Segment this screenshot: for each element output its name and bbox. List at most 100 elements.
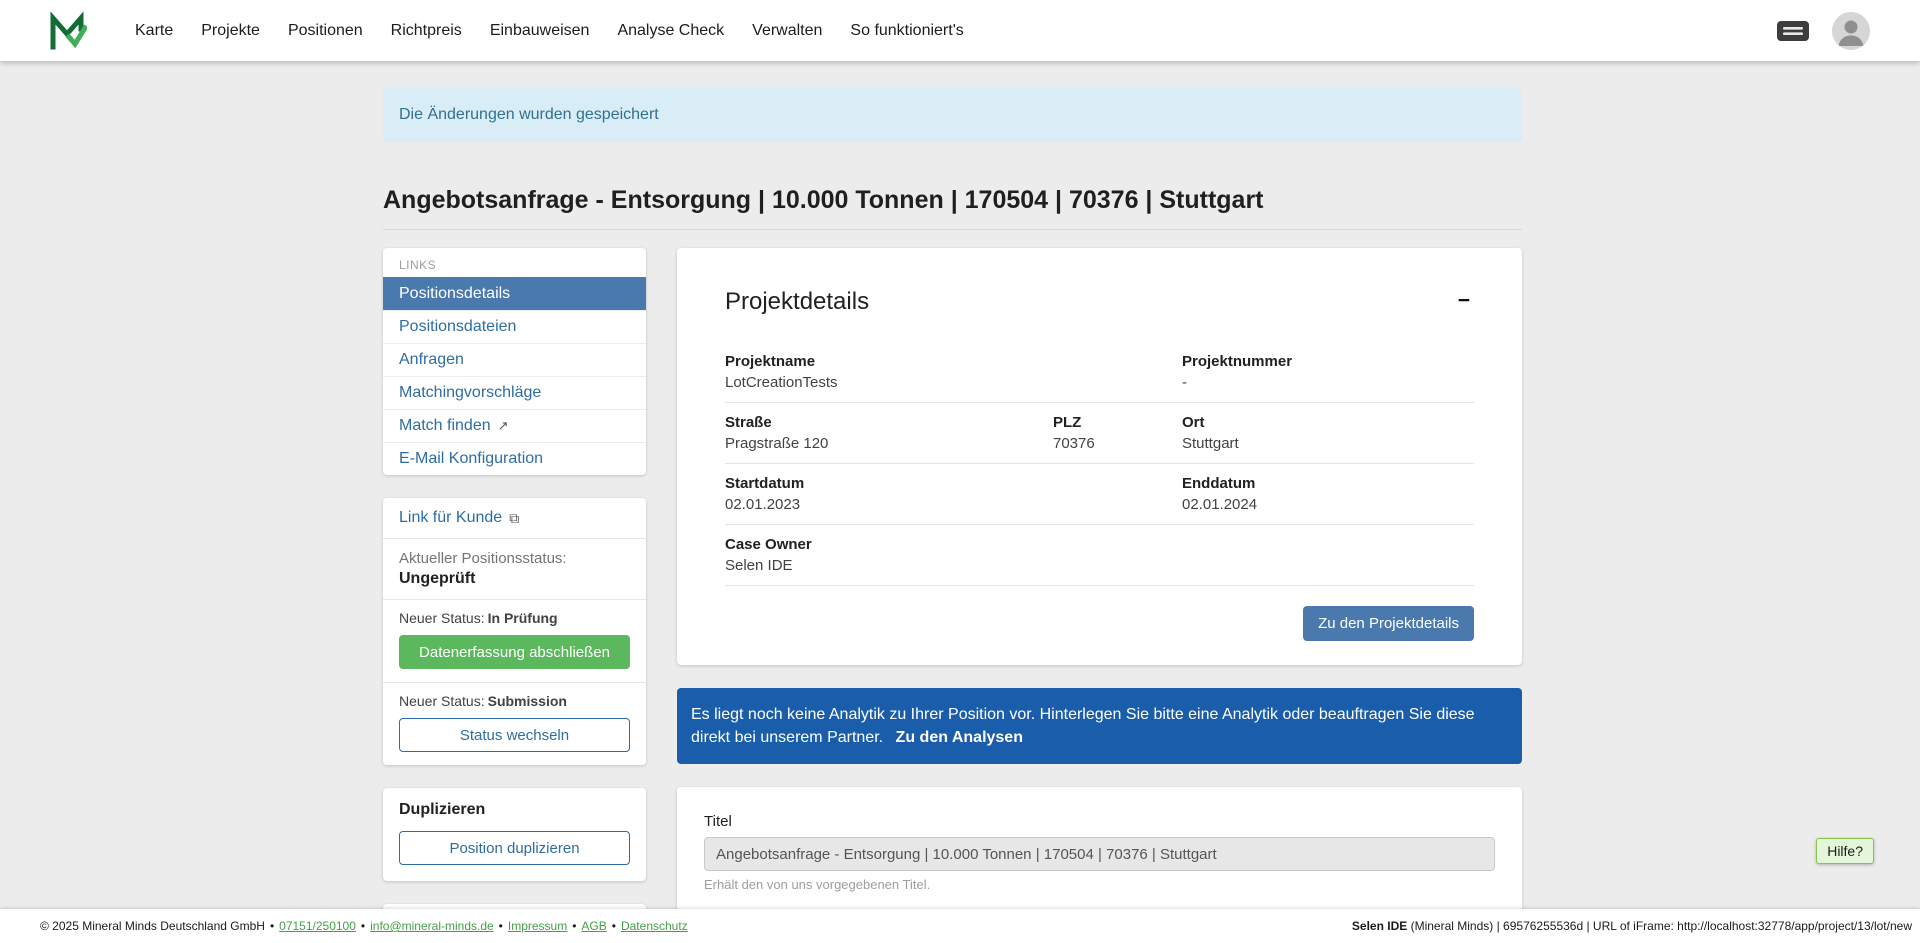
saved-alert: Die Änderungen wurden gespeichert	[383, 88, 1522, 142]
user-avatar[interactable]	[1832, 12, 1870, 50]
footer-separator: •	[499, 919, 503, 933]
project-row: Projektname LotCreationTests Projektnumm…	[725, 342, 1474, 403]
field-label: Projektnummer	[1182, 353, 1474, 370]
footer-email-link[interactable]: info@mineral-minds.de	[370, 919, 494, 933]
footer-session-details: (Mineral Minds) | 69576255536d | URL of …	[1407, 919, 1912, 933]
footer-user-name: Selen IDE	[1352, 919, 1407, 933]
footer: © 2025 Mineral Minds Deutschland GmbH • …	[0, 909, 1920, 943]
footer-separator: •	[612, 919, 616, 933]
project-row: Straße Pragstraße 120 PLZ 70376 Ort Stut…	[725, 403, 1474, 464]
links-card: LINKS Positionsdetails Positionsdateien …	[383, 248, 646, 475]
new-status-label: Neuer Status:	[399, 610, 485, 626]
to-analyses-link[interactable]: Zu den Analysen	[896, 729, 1023, 746]
titel-input	[704, 837, 1495, 871]
field-label: Startdatum	[725, 475, 1182, 492]
field-value: Pragstraße 120	[725, 435, 1053, 452]
analytics-banner: Es liegt noch keine Analytik zu Ihrer Po…	[677, 688, 1522, 764]
customer-link[interactable]: Link für Kunde ⧉	[399, 509, 519, 527]
top-navbar: Karte Projekte Positionen Richtpreis Ein…	[0, 0, 1920, 61]
title-divider	[383, 229, 1522, 230]
copy-icon: ⧉	[509, 510, 519, 527]
page-container: Die Änderungen wurden gespeichert Angebo…	[383, 88, 1522, 943]
footer-session-info: Selen IDE (Mineral Minds) | 69576255536d…	[1352, 919, 1912, 933]
sidebar-item-positionsdateien[interactable]: Positionsdateien	[383, 310, 646, 343]
new-status-line-1: Neuer Status:In Prüfung	[383, 600, 646, 626]
nav-item-verwalten[interactable]: Verwalten	[752, 22, 822, 40]
field-label: PLZ	[1053, 414, 1182, 431]
field-value: Stuttgart	[1182, 435, 1474, 452]
field-value: 70376	[1053, 435, 1182, 452]
field-label: Projektname	[725, 353, 1182, 370]
footer-agb-link[interactable]: AGB	[581, 919, 606, 933]
switch-status-button[interactable]: Status wechseln	[399, 718, 630, 752]
field-value: 02.01.2024	[1182, 496, 1474, 513]
footer-datenschutz-link[interactable]: Datenschutz	[621, 919, 688, 933]
sidebar-item-match-finden[interactable]: Match finden ↗	[383, 409, 646, 442]
navbar-right	[1776, 12, 1870, 50]
current-status-value: Ungeprüft	[399, 570, 630, 588]
sidebar-item-label: Match finden	[399, 417, 491, 435]
sidebar-item-label: Positionsdateien	[399, 318, 516, 336]
nav-links: Karte Projekte Positionen Richtpreis Ein…	[135, 22, 1776, 40]
sidebar-item-anfragen[interactable]: Anfragen	[383, 343, 646, 376]
saved-alert-text: Die Änderungen wurden gespeichert	[399, 106, 659, 123]
current-status-label: Aktueller Positionsstatus:	[399, 550, 630, 567]
field-label: Straße	[725, 414, 1053, 431]
nav-item-karte[interactable]: Karte	[135, 22, 173, 40]
field-value: Selen IDE	[725, 557, 1182, 574]
new-status-label: Neuer Status:	[399, 693, 485, 709]
duplicate-position-button[interactable]: Position duplizieren	[399, 831, 630, 865]
nav-item-so-funktionierts[interactable]: So funktioniert's	[850, 22, 963, 40]
sidebar-item-label: Positionsdetails	[399, 285, 510, 303]
field-label: Enddatum	[1182, 475, 1474, 492]
footer-separator: •	[270, 919, 274, 933]
duplicate-card: Duplizieren Position duplizieren	[383, 788, 646, 881]
complete-data-entry-button[interactable]: Datenerfassung abschließen	[399, 635, 630, 669]
new-status-value: Submission	[488, 693, 567, 709]
project-fields-grid: Projektname LotCreationTests Projektnumm…	[725, 342, 1474, 586]
nav-item-einbauweisen[interactable]: Einbauweisen	[490, 22, 590, 40]
main-column: Projektdetails − Projektname LotCreation…	[677, 248, 1522, 943]
customer-link-label: Link für Kunde	[399, 509, 502, 527]
field-value: LotCreationTests	[725, 374, 1182, 391]
footer-separator: •	[572, 919, 576, 933]
field-value: -	[1182, 374, 1474, 391]
sidebar-item-email-konfiguration[interactable]: E-Mail Konfiguration	[383, 442, 646, 475]
field-value: 02.01.2023	[725, 496, 1182, 513]
field-label: Case Owner	[725, 536, 1182, 553]
page-title: Angebotsanfrage - Entsorgung | 10.000 To…	[383, 186, 1522, 215]
nav-item-projekte[interactable]: Projekte	[201, 22, 260, 40]
footer-left: © 2025 Mineral Minds Deutschland GmbH • …	[40, 919, 688, 933]
collapse-icon[interactable]: −	[1454, 288, 1474, 313]
new-status-line-2: Neuer Status:Submission	[383, 683, 646, 709]
nav-item-richtpreis[interactable]: Richtpreis	[391, 22, 462, 40]
new-status-value: In Prüfung	[488, 610, 558, 626]
to-project-details-button[interactable]: Zu den Projektdetails	[1303, 606, 1474, 641]
sidebar-item-matchingvorschlaege[interactable]: Matchingvorschläge	[383, 376, 646, 409]
footer-separator: •	[361, 919, 365, 933]
content-columns: LINKS Positionsdetails Positionsdateien …	[383, 248, 1522, 943]
footer-impressum-link[interactable]: Impressum	[508, 919, 567, 933]
sidebar-item-label: Matchingvorschläge	[399, 384, 541, 402]
sidebar: LINKS Positionsdetails Positionsdateien …	[383, 248, 646, 943]
nav-item-positionen[interactable]: Positionen	[288, 22, 363, 40]
status-card: Link für Kunde ⧉ Aktueller Positionsstat…	[383, 498, 646, 765]
titel-help-text: Erhält den von uns vorgegebenen Titel.	[704, 877, 1495, 892]
project-details-title: Projektdetails	[725, 288, 869, 316]
duplicate-title: Duplizieren	[399, 801, 630, 819]
project-details-card: Projektdetails − Projektname LotCreation…	[677, 248, 1522, 665]
project-row: Case Owner Selen IDE	[725, 525, 1474, 586]
external-link-icon: ↗	[498, 418, 509, 434]
analytics-banner-text: Es liegt noch keine Analytik zu Ihrer Po…	[691, 706, 1475, 746]
sidebar-item-label: Anfragen	[399, 351, 464, 369]
footer-phone-link[interactable]: 07151/250100	[279, 919, 356, 933]
app-root: Karte Projekte Positionen Richtpreis Ein…	[0, 0, 1920, 943]
card-reader-icon[interactable]	[1776, 19, 1810, 43]
app-logo-icon[interactable]	[47, 11, 87, 51]
field-label: Ort	[1182, 414, 1474, 431]
help-button[interactable]: Hilfe?	[1816, 838, 1874, 864]
nav-item-analyse-check[interactable]: Analyse Check	[617, 22, 724, 40]
sidebar-item-positionsdetails[interactable]: Positionsdetails	[383, 277, 646, 310]
sidebar-item-label: E-Mail Konfiguration	[399, 450, 543, 468]
links-header: LINKS	[383, 248, 646, 277]
